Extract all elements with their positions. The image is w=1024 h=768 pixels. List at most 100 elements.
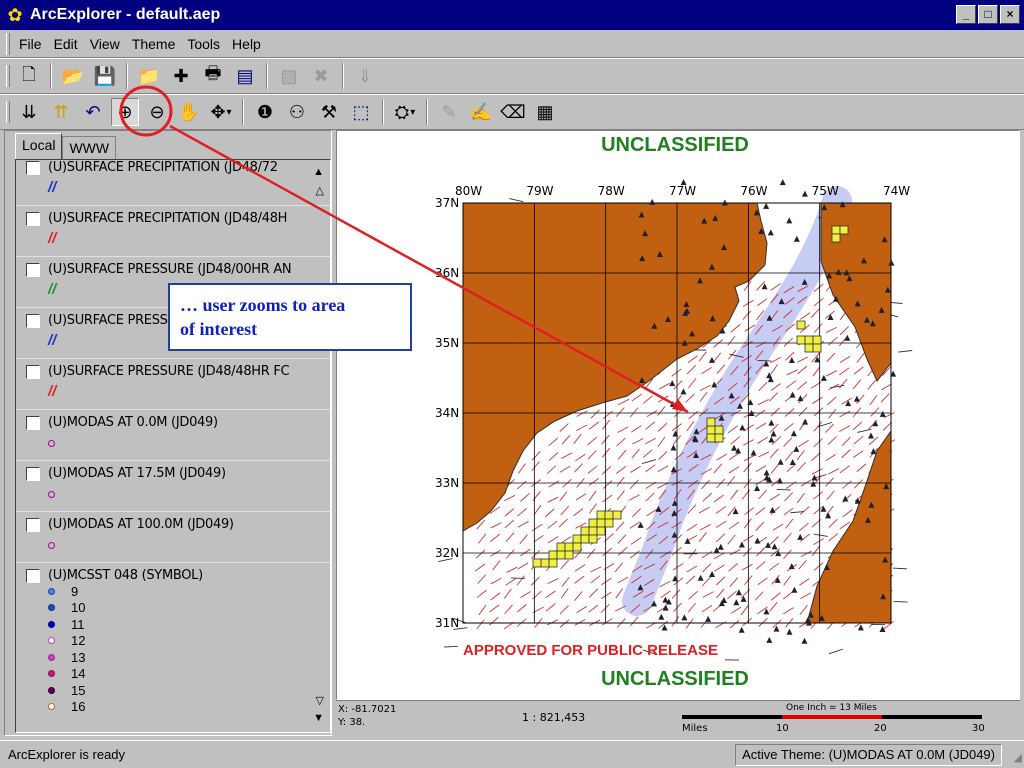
hyperlink-button[interactable]: ✎ — [435, 98, 463, 126]
scroll-down-outline-icon[interactable]: ▽ — [316, 694, 324, 707]
zoom-in-button[interactable]: ⊕ — [111, 98, 139, 126]
export-button[interactable]: ⇓ — [351, 62, 379, 90]
undo-zoom-button[interactable]: ↶ — [79, 98, 107, 126]
close-button[interactable]: × — [1000, 5, 1020, 24]
find-button[interactable]: ⚇ — [283, 98, 311, 126]
toolbar-grip[interactable] — [6, 101, 10, 123]
tab-local[interactable]: Local — [15, 133, 63, 159]
theme-item[interactable]: (U)SURFACE PRESSURE (JD48/48HR FC // — [16, 359, 330, 410]
print-button[interactable]: 🖶 — [199, 62, 227, 90]
binoculars-icon: ⚇ — [288, 101, 306, 122]
zoom-active-button[interactable]: ⇈ — [47, 98, 75, 126]
add-theme-icon: ✚ — [173, 65, 189, 86]
sst-cell — [604, 510, 614, 520]
point-symbol — [48, 536, 330, 554]
scroll-down-icon[interactable]: ▼ — [313, 712, 324, 724]
observation-point — [786, 628, 793, 635]
toolbar-grip[interactable] — [6, 65, 10, 87]
measure-button[interactable]: ⚒ — [315, 98, 343, 126]
menu-help[interactable]: Help — [226, 33, 267, 55]
label-button[interactable]: ✍ — [467, 98, 495, 126]
legend-class: 16 — [16, 699, 330, 716]
theme-visibility-checkbox[interactable] — [26, 466, 40, 481]
scroll-up-outline-icon[interactable]: △ — [316, 184, 324, 197]
scalebar-tick: 20 — [874, 723, 887, 734]
longitude-label: 75W — [812, 184, 839, 198]
menu-theme[interactable]: Theme — [126, 33, 182, 55]
sst-cell — [706, 425, 716, 435]
query-button[interactable]: ⛭ — [391, 98, 419, 126]
theme-visibility-checkbox[interactable] — [26, 415, 40, 430]
theme-visibility-checkbox[interactable] — [26, 568, 40, 583]
menu-tools[interactable]: Tools — [181, 33, 226, 55]
theme-legend[interactable]: (U)SURFACE PRECIPITATION (JD48/72 // (U)… — [15, 159, 331, 733]
theme-label: (U)SURFACE PRESSURE (JD48/00HR AN — [48, 262, 292, 277]
sst-cell — [532, 558, 542, 568]
legend-pane: Local WWW (U)SURFACE PRECIPITATION (JD48… — [4, 130, 332, 736]
menu-grip[interactable] — [6, 32, 10, 55]
theme-item[interactable]: (U)SURFACE PRECIPITATION (JD48/48H // — [16, 206, 330, 257]
theme-item[interactable]: (U)MODAS AT 17.5M (JD049) — [16, 461, 330, 512]
minimize-button[interactable]: _ — [956, 5, 976, 24]
identify-button[interactable]: ❶ — [251, 98, 279, 126]
move-button[interactable]: ✥ — [207, 98, 235, 126]
standard-toolbar: 🗋 📂 💾 📁 ✚ 🖶 ▤ ▧ ✖ ⇓ — [0, 58, 1024, 94]
menu-edit[interactable]: Edit — [48, 33, 84, 55]
menu-view[interactable]: View — [84, 33, 126, 55]
sst-cell — [556, 550, 566, 560]
theme-visibility-checkbox[interactable] — [26, 262, 40, 277]
resize-grip-icon[interactable]: ◢ — [1014, 751, 1022, 764]
toolbar-separator — [426, 99, 428, 125]
theme-item[interactable]: (U)MODAS AT 0.0M (JD049) — [16, 410, 330, 461]
select-button[interactable]: ⬚ — [347, 98, 375, 126]
theme-visibility-checkbox[interactable] — [26, 160, 40, 175]
open-project-button[interactable]: 📁 — [135, 62, 163, 90]
sst-cell — [596, 526, 606, 536]
zoom-full-button[interactable]: ⇊ — [15, 98, 43, 126]
toolbar-separator — [266, 63, 268, 89]
theme-item[interactable]: (U)MCSST 048 (SYMBOL) 9 10 11 12 13 14 1… — [16, 563, 330, 715]
image-button[interactable]: ▧ — [275, 62, 303, 90]
open-button[interactable]: 📂 — [59, 62, 87, 90]
menu-file[interactable]: File — [13, 33, 48, 55]
properties-button[interactable]: ▤ — [231, 62, 259, 90]
theme-visibility-checkbox[interactable] — [26, 211, 40, 226]
maximize-button[interactable]: □ — [978, 5, 998, 24]
tab-www[interactable]: WWW — [62, 136, 117, 159]
measure-icon: ⚒ — [320, 101, 338, 122]
cursor-coordinates: X: -81.7021 Y: 38. — [338, 703, 396, 729]
status-bar: ArcExplorer is ready Active Theme: (U)MO… — [0, 740, 1024, 768]
theme-visibility-checkbox[interactable] — [26, 313, 40, 328]
eraser-button[interactable]: ⌫ — [499, 98, 527, 126]
save-button[interactable]: 💾 — [91, 62, 119, 90]
zoom-out-button[interactable]: ⊖ — [143, 98, 171, 126]
add-theme-button[interactable]: ✚ — [167, 62, 195, 90]
toolbar-separator — [342, 63, 344, 89]
zoom-active-icon: ⇈ — [53, 101, 69, 122]
legend-class: 14 — [16, 666, 330, 683]
observation-point — [738, 626, 745, 633]
theme-properties-icon: ▦ — [536, 101, 554, 122]
theme-item[interactable]: (U)MODAS AT 100.0M (JD049) — [16, 512, 330, 563]
delete-button[interactable]: ✖ — [307, 62, 335, 90]
new-button[interactable]: 🗋 — [15, 62, 43, 90]
map-canvas[interactable]: UNCLASSIFIED UNCLASSIFIED APPROVED FOR P… — [337, 131, 1019, 699]
menu-bar: File Edit View Theme Tools Help — [0, 30, 1024, 58]
map-scale: 1 : 821,453 — [522, 711, 586, 724]
map-view[interactable]: UNCLASSIFIED UNCLASSIFIED APPROVED FOR P… — [336, 130, 1020, 700]
theme-visibility-checkbox[interactable] — [26, 364, 40, 379]
window-controls: _ □ × — [956, 5, 1020, 24]
pressure-barb — [898, 350, 913, 353]
scroll-up-icon[interactable]: ▲ — [313, 166, 324, 178]
toolbar-separator — [50, 63, 52, 89]
legend-class-label: 12 — [71, 633, 86, 649]
theme-properties-button[interactable]: ▦ — [531, 98, 559, 126]
line-symbol: // — [48, 179, 57, 196]
legend-class: 9 — [16, 583, 330, 600]
theme-item[interactable]: (U)SURFACE PRECIPITATION (JD48/72 // — [16, 160, 330, 206]
legend-class-label: 15 — [71, 682, 86, 698]
sst-cell — [596, 510, 606, 520]
pan-button[interactable]: ✋ — [175, 98, 203, 126]
theme-visibility-checkbox[interactable] — [26, 517, 40, 532]
sst-dot-icon — [48, 637, 55, 645]
